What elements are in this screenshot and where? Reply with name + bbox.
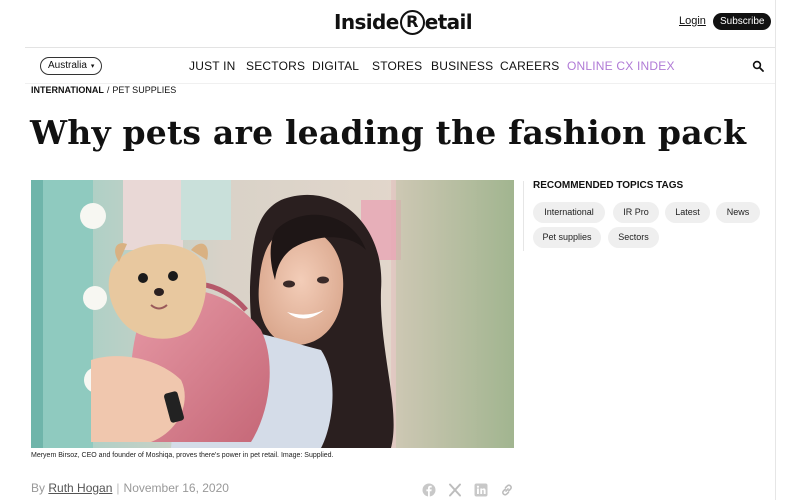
logo-text-inside: Inside bbox=[334, 10, 399, 34]
tag-pet-supplies[interactable]: Pet supplies bbox=[533, 227, 601, 248]
article-title: Why pets are leading the fashion pack bbox=[30, 113, 747, 152]
nav-item-stores[interactable]: STORES bbox=[372, 59, 422, 73]
search-icon[interactable] bbox=[752, 60, 764, 72]
hero-image bbox=[31, 180, 514, 448]
breadcrumb-pet-supplies[interactable]: PET SUPPLIES bbox=[112, 85, 176, 95]
breadcrumb-international[interactable]: INTERNATIONAL bbox=[31, 85, 104, 95]
login-link[interactable]: Login bbox=[679, 15, 706, 27]
site-header: Inside Retail Login Subscribe bbox=[0, 0, 775, 46]
region-label: Australia bbox=[48, 60, 87, 71]
sidebar-divider bbox=[523, 181, 524, 251]
link-icon[interactable] bbox=[500, 483, 514, 497]
breadcrumb: INTERNATIONAL / PET SUPPLIES bbox=[31, 85, 176, 95]
nav-item-careers[interactable]: CAREERS bbox=[500, 59, 559, 73]
region-selector[interactable]: Australia ▾ bbox=[40, 57, 103, 75]
nav-item-business[interactable]: BUSINESS bbox=[431, 59, 493, 73]
page: Inside Retail Login Subscribe Australia ▾… bbox=[0, 0, 775, 500]
logo-r-mark: R bbox=[399, 9, 425, 35]
main-nav: Australia ▾ JUST IN SECTORS DIGITAL STOR… bbox=[25, 47, 775, 84]
tag-international[interactable]: International bbox=[533, 202, 605, 223]
breadcrumb-separator: / bbox=[106, 85, 110, 95]
nav-item-sectors[interactable]: SECTORS bbox=[246, 59, 305, 73]
byline-prefix: By bbox=[31, 481, 46, 495]
nav-item-just-in[interactable]: JUST IN bbox=[189, 59, 236, 73]
recommended-tags-title: RECOMMENDED TOPICS TAGS bbox=[533, 180, 684, 191]
author-link[interactable]: Ruth Hogan bbox=[48, 481, 112, 495]
logo-text-etail: etail bbox=[424, 10, 473, 34]
inside-retail-logo[interactable]: Inside Retail bbox=[334, 8, 473, 36]
byline: By Ruth Hogan | November 16, 2020 bbox=[31, 481, 229, 495]
byline-divider: | bbox=[116, 481, 120, 495]
nav-item-digital[interactable]: DIGITAL bbox=[312, 59, 359, 73]
subscribe-button[interactable]: Subscribe bbox=[713, 13, 772, 30]
facebook-icon[interactable] bbox=[422, 483, 436, 497]
image-caption: Meryem Birsoz, CEO and founder of Moshiq… bbox=[31, 452, 334, 459]
linkedin-icon[interactable] bbox=[474, 483, 488, 497]
tag-ir-pro[interactable]: IR Pro bbox=[613, 202, 659, 223]
nav-item-online-cx-index[interactable]: ONLINE CX INDEX bbox=[567, 59, 675, 73]
chevron-down-icon: ▾ bbox=[88, 63, 95, 70]
x-icon[interactable] bbox=[448, 483, 462, 497]
publish-date: November 16, 2020 bbox=[123, 481, 229, 495]
tag-sectors[interactable]: Sectors bbox=[608, 227, 659, 248]
page-edge-divider bbox=[775, 0, 776, 500]
tag-news[interactable]: News bbox=[716, 202, 760, 223]
tag-latest[interactable]: Latest bbox=[665, 202, 710, 223]
